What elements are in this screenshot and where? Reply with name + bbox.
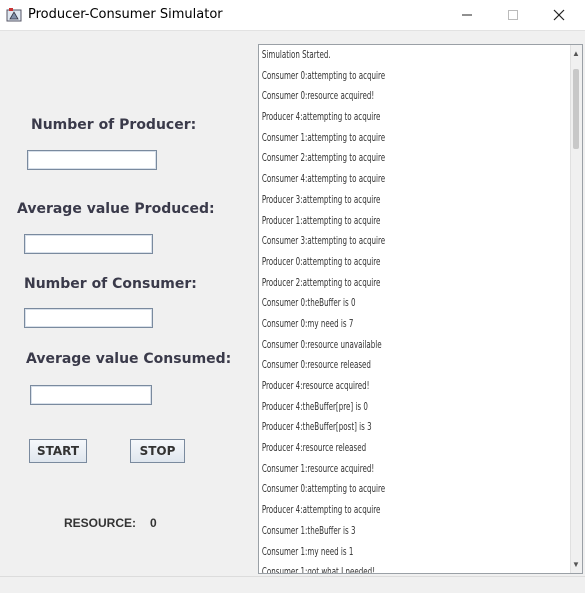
resource-label: RESOURCE: — [64, 516, 137, 530]
log-panel[interactable]: Simulation Started. Consumer 0:attempting… — [258, 44, 583, 574]
minimize-icon — [462, 14, 472, 16]
avg-produced-input[interactable] — [24, 234, 153, 254]
minimize-button[interactable] — [444, 0, 490, 30]
scroll-up-icon[interactable]: ▲ — [572, 49, 580, 58]
scroll-thumb[interactable] — [573, 69, 579, 149]
close-icon — [553, 9, 565, 21]
log-line: Consumer 2:attempting to acquire — [261, 151, 386, 165]
consumers-input[interactable] — [24, 308, 153, 328]
log-line: Consumer 1:theBuffer is 3 — [261, 523, 356, 537]
producers-input[interactable] — [27, 150, 157, 170]
stop-button[interactable]: STOP — [130, 439, 185, 463]
log-line: Consumer 1:attempting to acquire — [261, 130, 386, 144]
vertical-scrollbar[interactable]: ▲ ▼ — [570, 45, 582, 573]
log-line: Producer 1:attempting to acquire — [261, 213, 381, 227]
log-line: Consumer 1:got what I needed! — [261, 565, 376, 573]
log-line: Producer 4:attempting to acquire — [261, 110, 381, 124]
log-line: Producer 4:resource released — [261, 441, 367, 455]
java-app-icon — [6, 8, 22, 22]
log-line: Consumer 0:resource released — [261, 358, 371, 372]
resource-value: 0 — [150, 516, 157, 530]
log-line: Simulation Started. — [261, 48, 331, 61]
window-title: Producer-Consumer Simulator — [28, 7, 223, 22]
log-line: Consumer 0:attempting to acquire — [261, 482, 386, 496]
log-line: Producer 4:attempting to acquire — [261, 503, 381, 517]
log-line: Producer 4:theBuffer[post] is 3 — [261, 420, 372, 434]
title-bar[interactable]: Producer-Consumer Simulator — [0, 0, 585, 31]
log-line: Producer 4:resource acquired! — [261, 379, 370, 392]
producers-label: Number of Producer: — [31, 117, 197, 133]
scroll-down-icon[interactable]: ▼ — [572, 560, 580, 569]
maximize-button — [490, 0, 536, 30]
avg-consumed-label: Average value Consumed: — [26, 351, 232, 367]
log-line: Consumer 4:attempting to acquire — [261, 172, 386, 186]
consumers-label: Number of Consumer: — [24, 276, 197, 292]
bottom-edge — [0, 576, 585, 593]
log-line: Consumer 0:resource unavailable — [261, 337, 382, 351]
log-line: Producer 3:attempting to acquire — [261, 192, 381, 206]
log-line: Producer 2:attempting to acquire — [261, 275, 381, 289]
log-line: Consumer 3:attempting to acquire — [261, 234, 386, 248]
avg-consumed-input[interactable] — [30, 385, 152, 405]
log-line: Consumer 0:theBuffer is 0 — [261, 296, 356, 310]
log-line: Consumer 0:my need is 7 — [261, 316, 354, 330]
log-line: Producer 4:theBuffer[pre] is 0 — [261, 399, 368, 413]
maximize-icon — [508, 10, 518, 20]
log-line: Consumer 0:resource acquired! — [261, 89, 375, 103]
log-line: Consumer 1:resource acquired! — [261, 461, 375, 475]
start-button[interactable]: START — [29, 439, 87, 463]
log-line: Consumer 0:attempting to acquire — [261, 68, 386, 82]
log-list: Simulation Started. Consumer 0:attempting… — [259, 45, 571, 573]
log-line: Producer 0:attempting to acquire — [261, 254, 381, 268]
log-line: Consumer 1:my need is 1 — [261, 544, 354, 558]
close-button[interactable] — [536, 0, 582, 30]
avg-produced-label: Average value Produced: — [17, 201, 215, 217]
